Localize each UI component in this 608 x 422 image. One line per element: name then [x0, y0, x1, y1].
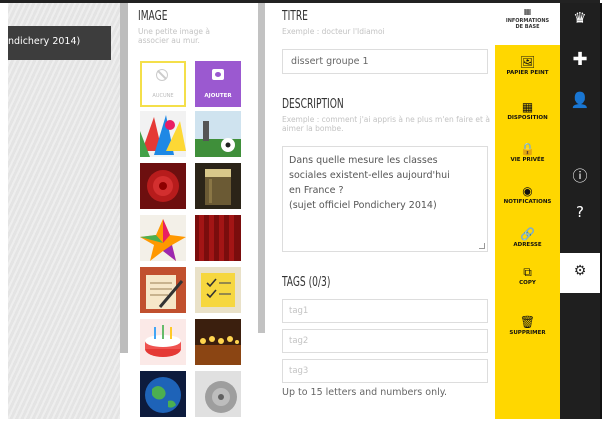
- info-icon[interactable]: ⓘ: [560, 165, 600, 186]
- crown-icon[interactable]: ♛: [560, 9, 600, 27]
- description-line: Dans quelle mesure les classes: [289, 155, 438, 166]
- menu-item-label: DISPOSITION: [507, 115, 548, 121]
- tag-input-3[interactable]: tag3: [282, 359, 488, 383]
- camera-icon: [212, 69, 224, 80]
- plus-icon[interactable]: ✚: [560, 49, 600, 70]
- image-panel-scrollbar[interactable]: [258, 3, 265, 333]
- menu-item-label: VIE PRIVÉE: [510, 157, 545, 163]
- thumb-writing[interactable]: [140, 267, 186, 313]
- add-image-button[interactable]: AJOUTER: [195, 61, 241, 107]
- main-sidebar: ♛ ✚ 👤 ⓘ ? ⚙: [560, 3, 600, 419]
- description-section-hint: Exemple : comment j'ai appris à ne plus …: [282, 115, 490, 133]
- thumb-birthday-cake-image: [140, 319, 186, 365]
- menu-basic-info-label-2: DE BASE: [515, 24, 540, 30]
- menu-item-label: SUPPRIMER: [509, 330, 546, 336]
- thumb-colorful-figures-image: [140, 111, 186, 157]
- title-section-title: TITRE: [282, 9, 308, 24]
- tag-input-2[interactable]: tag2: [282, 329, 488, 353]
- settings-menu: ▦ INFORMATIONS DE BASE 🖼 PAPIER PEINT ▦ …: [495, 3, 560, 419]
- menu-item-layout[interactable]: ▦ DISPOSITION: [495, 100, 560, 121]
- menu-item-address[interactable]: 🔗 ADRESSE: [495, 227, 560, 248]
- menu-item-notifications[interactable]: ◉ NOTIFICATIONS: [495, 184, 560, 205]
- user-icon[interactable]: 👤: [560, 91, 600, 109]
- menu-item-label: COPY: [519, 280, 536, 286]
- menu-item-wallpaper[interactable]: 🖼 PAPIER PEINT: [495, 55, 560, 76]
- right-border: [600, 3, 602, 419]
- tags-section-title: TAGS (0/3): [282, 275, 331, 290]
- image-section-title: IMAGE: [138, 9, 168, 24]
- no-image-label: AUCUNE: [152, 93, 174, 99]
- thumb-colorful-figures[interactable]: [140, 111, 186, 157]
- thumb-grey-object[interactable]: [195, 371, 241, 417]
- eye-icon: ◉: [522, 184, 533, 198]
- thumb-sticky-note-image: [195, 267, 241, 313]
- thumb-red-rose[interactable]: [140, 163, 186, 209]
- image-icon: 🖼: [519, 55, 536, 69]
- description-line: sociales existent-elles aujourd'hui: [289, 170, 450, 181]
- resize-handle[interactable]: [479, 243, 485, 249]
- description-line: en France ?: [289, 185, 344, 196]
- details-form: TITRE Exemple : docteur l'Idiamoi disser…: [265, 3, 495, 419]
- add-image-label: AJOUTER: [204, 93, 232, 99]
- thumb-soccer[interactable]: [195, 111, 241, 157]
- background-title-bar: ndichery 2014): [8, 26, 111, 60]
- link-icon: 🔗: [520, 227, 535, 241]
- no-image-icon: [156, 69, 168, 81]
- thumb-origami-star[interactable]: [140, 215, 186, 261]
- thumb-beer-glass-image: [195, 163, 241, 209]
- description-section-title: DESCRIPTION: [282, 97, 344, 112]
- thumb-candles-image: [195, 319, 241, 365]
- tag-input-1[interactable]: tag1: [282, 299, 488, 323]
- thumb-grey-object-image: [195, 371, 241, 417]
- image-section-hint: Une petite image à associer au mur.: [138, 27, 210, 45]
- menu-item-label: ADRESSE: [513, 242, 542, 248]
- title-input[interactable]: dissert groupe 1: [282, 49, 488, 74]
- menu-item-privacy[interactable]: 🔒 VIE PRIVÉE: [495, 142, 560, 163]
- thumb-red-curtain[interactable]: [195, 215, 241, 261]
- thumb-writing-image: [140, 267, 186, 313]
- image-panel: IMAGE Une petite image à associer au mur…: [128, 3, 256, 419]
- thumb-candles[interactable]: [195, 319, 241, 365]
- layout-icon: ▦: [521, 100, 534, 114]
- copy-icon: ⧉: [523, 265, 532, 279]
- thumb-birthday-cake[interactable]: [140, 319, 186, 365]
- thumb-soccer-image: [195, 111, 241, 157]
- description-textarea[interactable]: Dans quelle mesure les classes sociales …: [282, 146, 488, 252]
- lock-icon: 🔒: [520, 142, 535, 156]
- gear-icon: ⚙: [573, 263, 587, 279]
- menu-item-label: PAPIER PEINT: [506, 70, 549, 76]
- menu-basic-info[interactable]: ▦ INFORMATIONS DE BASE: [495, 3, 560, 45]
- wall-background: [8, 3, 120, 419]
- title-section-hint: Exemple : docteur l'Idiamoi: [282, 27, 385, 36]
- menu-item-copy[interactable]: ⧉ COPY: [495, 265, 560, 286]
- background-title-text: ndichery 2014): [8, 36, 81, 47]
- menu-item-delete[interactable]: 🗑 SUPPRIMER: [495, 315, 560, 336]
- menu-body: 🖼 PAPIER PEINT ▦ DISPOSITION 🔒 VIE PRIVÉ…: [495, 45, 560, 419]
- thumb-earth[interactable]: [140, 371, 186, 417]
- thumb-sticky-note[interactable]: [195, 267, 241, 313]
- background-scrollbar[interactable]: [120, 3, 128, 353]
- help-icon[interactable]: ?: [560, 203, 600, 221]
- thumb-red-rose-image: [140, 163, 186, 209]
- thumb-beer-glass[interactable]: [195, 163, 241, 209]
- thumb-red-curtain-image: [195, 215, 241, 261]
- trash-icon: 🗑: [519, 315, 536, 329]
- menu-item-label: NOTIFICATIONS: [503, 199, 552, 205]
- no-image-option[interactable]: AUCUNE: [140, 61, 186, 107]
- thumb-earth-image: [140, 371, 186, 417]
- thumb-origami-star-image: [140, 215, 186, 261]
- settings-tab-active[interactable]: ⚙: [560, 253, 600, 293]
- description-line: (sujet officiel Pondichery 2014): [289, 200, 437, 211]
- grid-icon: ▦: [523, 7, 532, 16]
- tags-note: Up to 15 letters and numbers only.: [282, 387, 448, 398]
